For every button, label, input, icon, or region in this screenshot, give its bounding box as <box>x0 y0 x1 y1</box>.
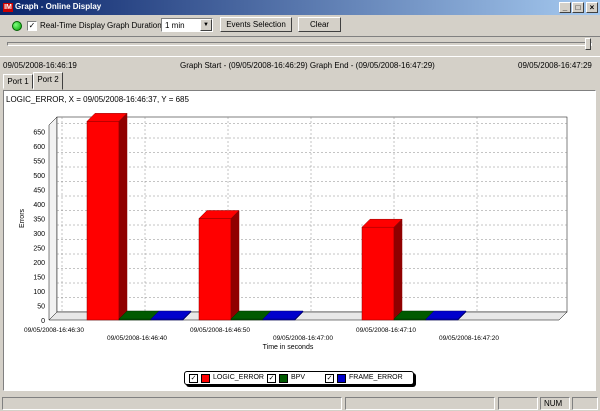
legend-label: LOGIC_ERROR <box>213 374 264 381</box>
y-tick-label: 350 <box>33 217 45 224</box>
status-bar: NUM <box>0 396 600 411</box>
status-message <box>2 397 342 410</box>
x-tick-label: 09/05/2008-16:47:10 <box>356 327 416 334</box>
y-tick-label: 400 <box>33 202 45 209</box>
events-selection-button[interactable]: Events Selection <box>220 17 292 32</box>
range-right-time: 09/05/2008-16:47:29 <box>518 61 592 70</box>
y-tick-label: 600 <box>33 144 45 151</box>
x-tick-label: 09/05/2008-16:46:30 <box>24 327 84 334</box>
app-icon: IM <box>3 3 13 12</box>
tab-port-2[interactable]: Port 2 <box>33 72 63 90</box>
maximize-icon[interactable]: □ <box>572 2 584 13</box>
x-tick-label: 09/05/2008-16:47:00 <box>273 335 333 342</box>
legend-label: BPV <box>291 374 306 381</box>
num-lock-indicator: NUM <box>540 397 570 410</box>
y-tick-label: 500 <box>33 173 45 180</box>
title-bar: IM Graph - Online Display _ □ × <box>0 0 600 15</box>
window-title: Graph - Online Display <box>15 2 102 11</box>
clear-button[interactable]: Clear <box>298 17 341 32</box>
legend-swatch <box>201 374 210 383</box>
bar-logic-error <box>86 121 120 321</box>
y-tick-label: 0 <box>41 318 45 325</box>
realtime-checkbox[interactable]: ✓ <box>27 21 37 31</box>
time-slider-thumb[interactable] <box>585 38 591 50</box>
chevron-down-icon[interactable]: ▼ <box>200 19 212 31</box>
bar-chart: 0 50 100 150 200 250 300 350 400 450 500 550 600 650 0… <box>19 112 568 351</box>
x-tick-label: 09/05/2008-16:46:40 <box>107 335 167 342</box>
y-tick-label: 250 <box>33 246 45 253</box>
y-tick-label: 200 <box>33 260 45 267</box>
close-icon[interactable]: × <box>586 2 598 13</box>
status-panel <box>572 397 598 410</box>
y-tick-label: 50 <box>37 304 45 311</box>
duration-select[interactable]: 1 min ▼ <box>161 18 213 32</box>
cursor-readout: LOGIC_ERROR, X = 09/05/2008-16:46:37, Y … <box>6 95 189 104</box>
status-panel <box>345 397 495 410</box>
graph-range-row: 09/05/2008-16:46:19 Graph Start - (09/05… <box>0 56 600 70</box>
status-panel <box>498 397 538 410</box>
bar-logic-error <box>361 226 395 321</box>
minimize-icon[interactable]: _ <box>559 2 571 13</box>
x-tick-label: 09/05/2008-16:47:20 <box>439 335 499 342</box>
chart-side-wall <box>48 116 58 321</box>
tab-port-1[interactable]: Port 1 <box>3 74 33 89</box>
y-tick-label: 650 <box>33 130 45 137</box>
y-tick-label: 100 <box>33 289 45 296</box>
legend-checkbox[interactable]: ✓ <box>267 374 276 383</box>
x-tick-label: 09/05/2008-16:46:50 <box>190 327 250 334</box>
duration-label: Graph Duration <box>107 21 162 30</box>
bar-logic-error <box>198 218 232 321</box>
y-tick-label: 550 <box>33 159 45 166</box>
legend-label: FRAME_ERROR <box>349 374 403 381</box>
legend-checkbox[interactable]: ✓ <box>189 374 198 383</box>
duration-value: 1 min <box>165 21 185 30</box>
y-axis-title: Errors <box>19 208 26 228</box>
range-center-text: Graph Start - (09/05/2008-16:46:29) Grap… <box>180 61 435 70</box>
chart-legend: ✓ LOGIC_ERROR ✓ BPV ✓ FRAME_ERROR <box>184 371 414 385</box>
y-tick-label: 450 <box>33 188 45 195</box>
range-left-time: 09/05/2008-16:46:19 <box>3 61 77 70</box>
realtime-label: Real-Time Display <box>40 21 106 30</box>
graph-window: IM Graph - Online Display _ □ × ✓ Real-T… <box>0 0 600 411</box>
x-axis-title: Time in seconds <box>263 344 314 351</box>
bar-logic-error-side <box>230 209 240 321</box>
chart-panel: LOGIC_ERROR, X = 09/05/2008-16:46:37, Y … <box>3 90 596 391</box>
legend-checkbox[interactable]: ✓ <box>325 374 334 383</box>
bar-logic-error-side <box>393 218 403 321</box>
y-tick-label: 150 <box>33 275 45 282</box>
legend-swatch <box>337 374 346 383</box>
status-led-icon <box>12 21 22 31</box>
y-tick-label: 300 <box>33 231 45 238</box>
legend-swatch <box>279 374 288 383</box>
bar-logic-error-side <box>118 112 128 321</box>
time-slider-track[interactable] <box>7 42 592 46</box>
